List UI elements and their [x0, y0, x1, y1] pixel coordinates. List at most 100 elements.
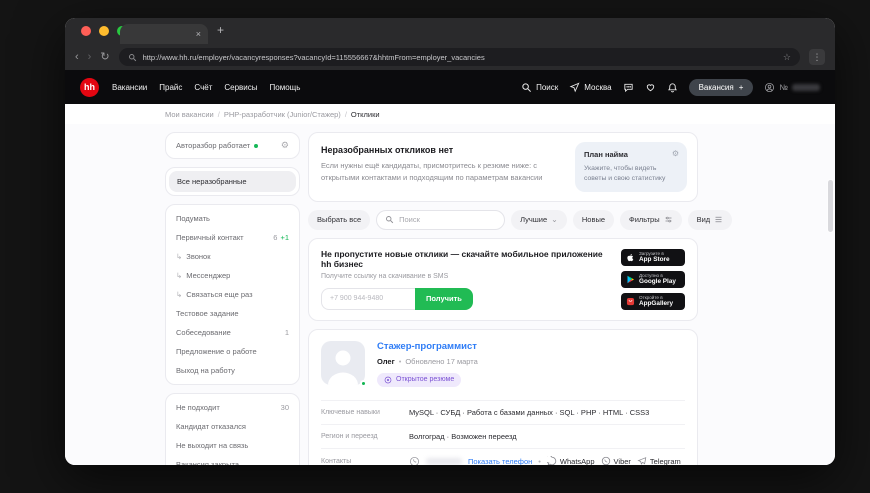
stage-primary-contact[interactable]: Первичный контакт 6 +1 [166, 228, 299, 247]
appgallery-icon [626, 297, 635, 305]
sort-new-button[interactable]: Новые [572, 209, 615, 230]
stage-count: 1 [284, 328, 289, 337]
filters-label: Фильтры [629, 215, 660, 225]
breadcrumb-current: Отклики [350, 109, 380, 119]
stage-contact-again[interactable]: ↳ Связаться еще раз [166, 285, 299, 304]
google-play-icon [627, 275, 634, 283]
empty-state: Неразобранных откликов нет Если нужны ещ… [319, 142, 565, 192]
stage-count: 6 [273, 233, 278, 242]
app-banner-subtitle: Получите ссылку на скачивание в SMS [321, 272, 449, 280]
chevron-down-icon: ⌄ [551, 214, 558, 224]
forward-icon[interactable]: › [88, 51, 92, 63]
nav-item-price[interactable]: Прайс [159, 83, 182, 92]
page-scrollbar[interactable] [828, 180, 833, 232]
resume-title-link[interactable]: Стажер-программист [377, 341, 478, 352]
stage-new-badge: +1 [280, 233, 289, 242]
stage-test-task[interactable]: Тестовое задание [166, 304, 299, 323]
candidate-meta: Олег • Обновлено 17 марта [377, 357, 478, 366]
address-bar[interactable]: http://www.hh.ru/employer/vacancyrespons… [118, 48, 800, 66]
nav-item-vacancies[interactable]: Вакансии [112, 83, 147, 92]
city-selector[interactable]: Москва [569, 82, 612, 93]
filters-button[interactable]: Фильтры [620, 209, 682, 230]
candidate-info: Стажер-программист Олег • Обновлено 17 м… [377, 341, 478, 389]
create-vacancy-button[interactable]: Вакансия + [688, 78, 754, 96]
filter-all-unsorted[interactable]: Все неразобранные [169, 171, 296, 192]
close-window-button[interactable] [81, 26, 91, 36]
whatsapp-link[interactable]: WhatsApp [546, 456, 595, 465]
tab-close-icon[interactable]: × [196, 29, 201, 39]
hh-logo[interactable]: hh [80, 77, 99, 97]
stages-list: Подумать Первичный контакт 6 +1 ↳ Звонок… [165, 204, 300, 385]
notifications-bell-icon[interactable] [667, 82, 678, 93]
whatsapp-icon [546, 456, 557, 465]
reload-icon[interactable]: ↻ [100, 51, 109, 63]
rejection-vacancy-closed[interactable]: Вакансия закрыта [166, 455, 299, 465]
region-row: Регион и переезд Волгоград · Возможен пе… [321, 423, 685, 448]
browser-tab[interactable]: × [120, 24, 208, 44]
hh-header-tools: Поиск Москва Вакансия + № [521, 78, 820, 96]
header-search-button[interactable]: Поиск [521, 82, 558, 93]
chat-icon[interactable] [623, 82, 634, 93]
candidate-name: Олег [377, 356, 395, 366]
rejection-not-suitable[interactable]: Не подходит 30 [166, 398, 299, 417]
candidate-avatar [321, 340, 367, 387]
view-toggle-button[interactable]: Вид [687, 209, 733, 230]
app-banner-card: Не пропустите новые отклики — скачайте м… [308, 237, 698, 321]
breadcrumb-vacancy[interactable]: PHP-разработчик (Junior/Стажер) [224, 110, 341, 119]
nav-item-services[interactable]: Сервисы [224, 83, 257, 92]
stage-start-work[interactable]: Выход на работу [166, 361, 299, 380]
store-name: Google Play [639, 278, 676, 286]
phone-icon [409, 456, 420, 465]
viber-label: Viber [613, 456, 631, 465]
rejection-no-contact[interactable]: Не выходит на связь [166, 436, 299, 455]
google-play-badge[interactable]: Доступно в Google Play [621, 270, 685, 288]
appgallery-badge[interactable]: Откройте в AppGallery [621, 292, 685, 310]
nav-item-help[interactable]: Помощь [270, 83, 301, 92]
get-link-button[interactable]: Получить [415, 287, 473, 310]
responses-search[interactable] [376, 209, 506, 230]
stage-messenger[interactable]: ↳ Мессенджер [166, 266, 299, 285]
phone-input[interactable] [321, 287, 415, 310]
hh-header: hh Вакансии Прайс Счёт Сервисы Помощь По… [65, 70, 835, 104]
breadcrumb-separator: / [344, 109, 347, 119]
sub-arrow-icon: ↳ [176, 290, 183, 299]
gear-icon[interactable]: ⚙ [672, 149, 679, 158]
search-icon [522, 82, 532, 92]
stage-interview[interactable]: Собеседование 1 [166, 323, 299, 342]
breadcrumb: Мои вакансии / PHP-разработчик (Junior/С… [65, 104, 835, 124]
stage-call[interactable]: ↳ Звонок [166, 247, 299, 266]
stage-think[interactable]: Подумать [166, 209, 299, 228]
candidate-details: Ключевые навыки MySQL · СУБД · Работа с … [321, 399, 685, 465]
contacts-row: Контакты Показать телефон • WhatsApp Vib… [321, 447, 685, 465]
rejection-count: 30 [280, 403, 289, 412]
autosort-active-dot [254, 143, 259, 148]
sort-label: Лучшие [520, 215, 548, 225]
bookmark-star-icon[interactable]: ☆ [783, 52, 791, 63]
browser-menu-icon[interactable]: ⋮ [809, 49, 825, 65]
rejections-list: Не подходит 30 Кандидат отказался Не вых… [165, 393, 300, 465]
sort-best-dropdown[interactable]: Лучшие ⌄ [511, 209, 567, 230]
candidate-card: Стажер-программист Олег • Обновлено 17 м… [308, 328, 698, 465]
unsorted-filter-card: Все неразобранные [165, 167, 300, 196]
back-icon[interactable]: ‹ [75, 51, 79, 63]
select-all-button[interactable]: Выбрать все [308, 209, 371, 230]
gear-icon[interactable]: ⚙ [281, 141, 289, 150]
favorites-heart-icon[interactable] [645, 82, 656, 93]
stage-job-offer[interactable]: Предложение о работе [166, 342, 299, 361]
open-resume-label: Открытое резюме [396, 376, 455, 384]
rejection-candidate-refused[interactable]: Кандидат отказался [166, 417, 299, 436]
app-store-badge[interactable]: Загрузите в App Store [621, 248, 685, 266]
nav-item-billing[interactable]: Счёт [194, 83, 212, 92]
new-tab-button[interactable]: + [217, 23, 224, 37]
sms-link-form: Получить [321, 287, 611, 310]
viber-link[interactable]: Viber [601, 456, 631, 465]
show-phone-link[interactable]: Показать телефон [468, 457, 532, 465]
search-input[interactable] [399, 215, 497, 225]
region-label: Регион и переезд [321, 432, 378, 440]
hiring-plan-card[interactable]: План найма ⚙ Укажите, чтобы видеть совет… [575, 142, 687, 192]
minimize-window-button[interactable] [99, 26, 109, 36]
breadcrumb-my-vacancies[interactable]: Мои вакансии [165, 110, 214, 119]
account-menu[interactable]: № [764, 82, 820, 93]
telegram-link[interactable]: Telegram [637, 456, 681, 465]
phone-number-redacted [426, 457, 462, 465]
